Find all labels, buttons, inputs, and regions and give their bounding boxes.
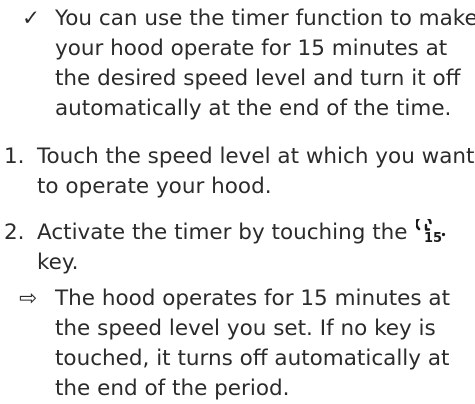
step-text: Touch the speed level at which you want … (37, 142, 475, 202)
result-line: The hood operates for 15 minutes at (55, 286, 451, 311)
timer-key-label: 15 (424, 231, 442, 243)
result-block: ⇨ The hood operates for 15 minutes at th… (0, 284, 475, 401)
note-line: the desired speed level and turn it off (55, 66, 461, 91)
note-line: You can use the timer function to make (55, 6, 475, 31)
note-line: your hood operate for 15 minutes at (55, 36, 448, 61)
note-text: You can use the timer function to make y… (55, 4, 475, 124)
timer-15-minute-key-icon: 15 (416, 219, 446, 243)
step-line: key. (37, 250, 79, 275)
step-1: 1. Touch the speed level at which you wa… (0, 142, 475, 202)
step-text: Activate the timer by touching the 15 ke… (37, 218, 471, 278)
step-number: 1. (4, 144, 25, 169)
result-line: touched, it turns off automatically at (55, 346, 450, 371)
result-line: the end of the period. (55, 376, 290, 401)
result-line: the speed level you set. If no key is (55, 316, 436, 341)
result-text: The hood operates for 15 minutes at the … (55, 284, 471, 404)
note-block: ✓ You can use the timer function to make… (0, 4, 475, 126)
step-line-text: Activate the timer by touching the (37, 220, 408, 245)
step-line: Touch the speed level at which you want (37, 144, 475, 169)
note-line: automatically at the end of the time. (55, 96, 452, 121)
checkmark-icon: ✓ (22, 6, 41, 31)
step-line: Activate the timer by touching the 15 (37, 218, 471, 248)
step-number: 2. (4, 220, 25, 245)
instruction-document: ✓ You can use the timer function to make… (0, 0, 475, 401)
step-line: to operate your hood. (37, 174, 272, 199)
step-2: 2. Activate the timer by touching the 15… (0, 218, 475, 278)
result-arrow-icon: ⇨ (19, 286, 38, 311)
